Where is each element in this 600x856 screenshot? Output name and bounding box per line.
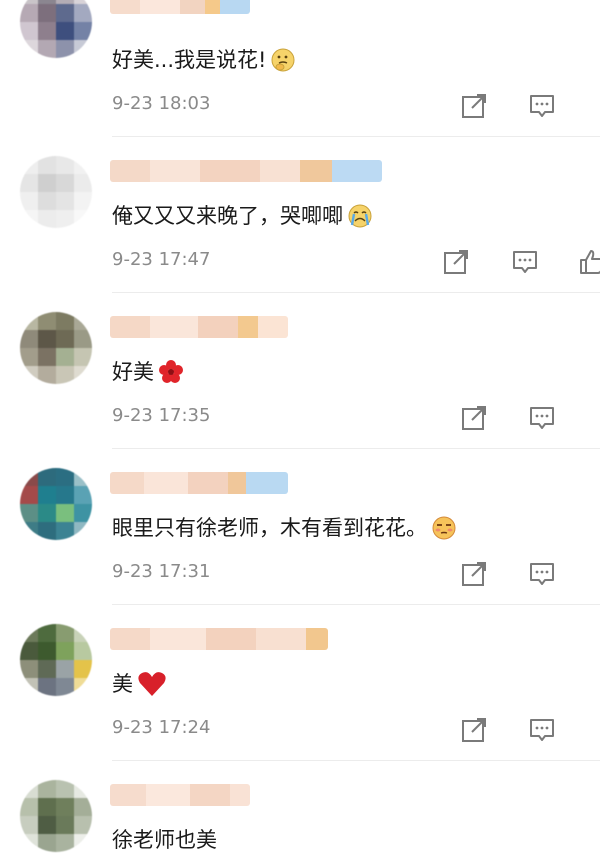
- unamused-face-emoji: [432, 516, 456, 540]
- avatar[interactable]: [20, 0, 92, 58]
- divider: [112, 604, 600, 605]
- divider: [112, 448, 600, 449]
- share-icon[interactable]: [460, 716, 488, 744]
- avatar[interactable]: [20, 312, 92, 384]
- divider: [112, 760, 600, 761]
- comment-time: 9-23 17:24: [112, 717, 211, 738]
- avatar[interactable]: [20, 780, 92, 852]
- comment-text: 美: [112, 668, 167, 700]
- username-blurred[interactable]: [110, 472, 288, 494]
- username-blurred[interactable]: [110, 628, 328, 650]
- username-blurred[interactable]: [110, 0, 250, 14]
- share-icon[interactable]: [442, 248, 470, 276]
- username-blurred[interactable]: [110, 316, 288, 338]
- comment-item: 美 9-23 17:24: [0, 624, 600, 780]
- comment-time: 9-23 17:47: [112, 249, 211, 270]
- reply-icon[interactable]: [528, 404, 556, 432]
- avatar[interactable]: [20, 156, 92, 228]
- comment-item: 徐老师也美: [0, 780, 600, 856]
- comment-item: 俺又又又来晚了，哭唧唧 9-23 17:47: [0, 156, 600, 312]
- comment-item: 好美...我是说花! 9-23 18:03: [0, 0, 600, 156]
- comment-time: 9-23 17:31: [112, 561, 211, 582]
- avatar[interactable]: [20, 468, 92, 540]
- share-icon[interactable]: [460, 560, 488, 588]
- red-heart-emoji: [138, 672, 166, 696]
- comment-time: 9-23 18:03: [112, 93, 211, 114]
- reply-icon[interactable]: [528, 716, 556, 744]
- avatar[interactable]: [20, 624, 92, 696]
- crying-face-emoji: [348, 204, 372, 228]
- comment-time: 9-23 17:35: [112, 405, 211, 426]
- thinking-face-emoji: [271, 48, 295, 72]
- divider: [112, 136, 600, 137]
- share-icon[interactable]: [460, 404, 488, 432]
- username-blurred[interactable]: [110, 160, 382, 182]
- comment-text: 徐老师也美: [112, 828, 217, 852]
- reply-icon[interactable]: [511, 248, 539, 276]
- share-icon[interactable]: [460, 92, 488, 120]
- divider: [112, 292, 600, 293]
- comment-text: 眼里只有徐老师，木有看到花花。: [112, 512, 457, 544]
- comment-item: 眼里只有徐老师，木有看到花花。 9-23 17:31: [0, 468, 600, 624]
- comment-text: 好美...我是说花!: [112, 44, 296, 76]
- reply-icon[interactable]: [528, 92, 556, 120]
- comment-text: 好美: [112, 356, 184, 388]
- username-blurred[interactable]: [110, 784, 250, 806]
- red-flower-emoji: [159, 360, 183, 383]
- thumbs-up-icon[interactable]: [578, 248, 600, 276]
- comment-text: 俺又又又来晚了，哭唧唧: [112, 200, 373, 232]
- comment-item: 好美 9-23 17:35: [0, 312, 600, 468]
- reply-icon[interactable]: [528, 560, 556, 588]
